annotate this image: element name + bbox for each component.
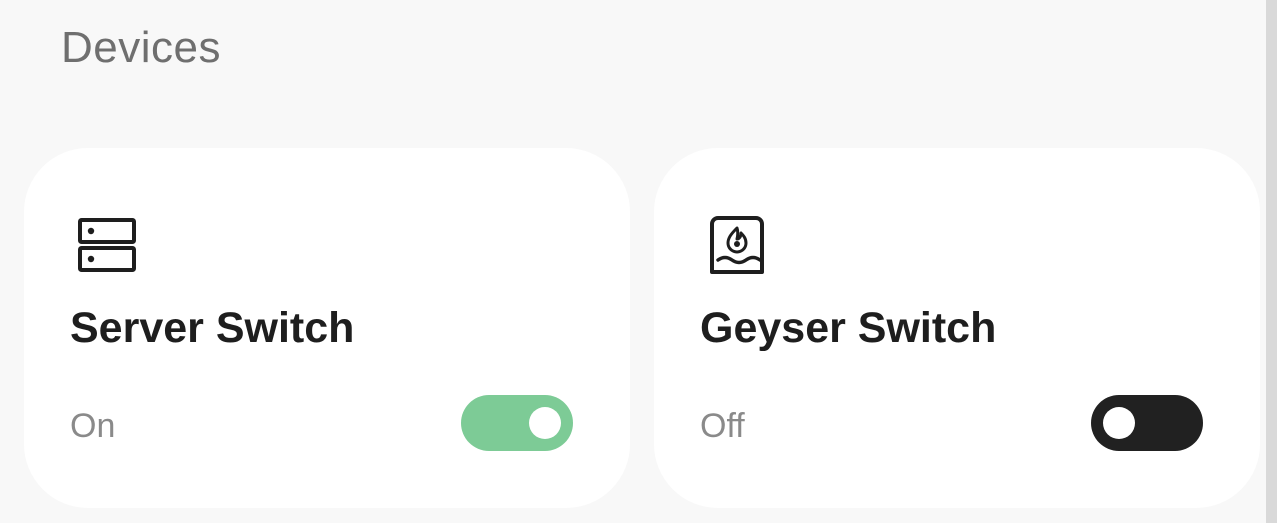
water-heater-icon: [710, 216, 764, 274]
section-title: Devices: [61, 23, 221, 72]
geyser-switch-toggle[interactable]: [1091, 395, 1203, 451]
scrollbar[interactable]: [1266, 0, 1277, 523]
device-card-server-switch[interactable]: Server Switch On: [24, 148, 630, 508]
device-card-geyser-switch[interactable]: Geyser Switch Off: [654, 148, 1260, 508]
device-name: Server Switch: [70, 304, 355, 352]
server-icon: [78, 218, 136, 272]
toggle-knob: [1103, 407, 1135, 439]
device-name: Geyser Switch: [700, 304, 997, 352]
device-state-label: On: [70, 407, 116, 445]
device-state-label: Off: [700, 407, 745, 445]
toggle-knob: [529, 407, 561, 439]
server-switch-toggle[interactable]: [461, 395, 573, 451]
